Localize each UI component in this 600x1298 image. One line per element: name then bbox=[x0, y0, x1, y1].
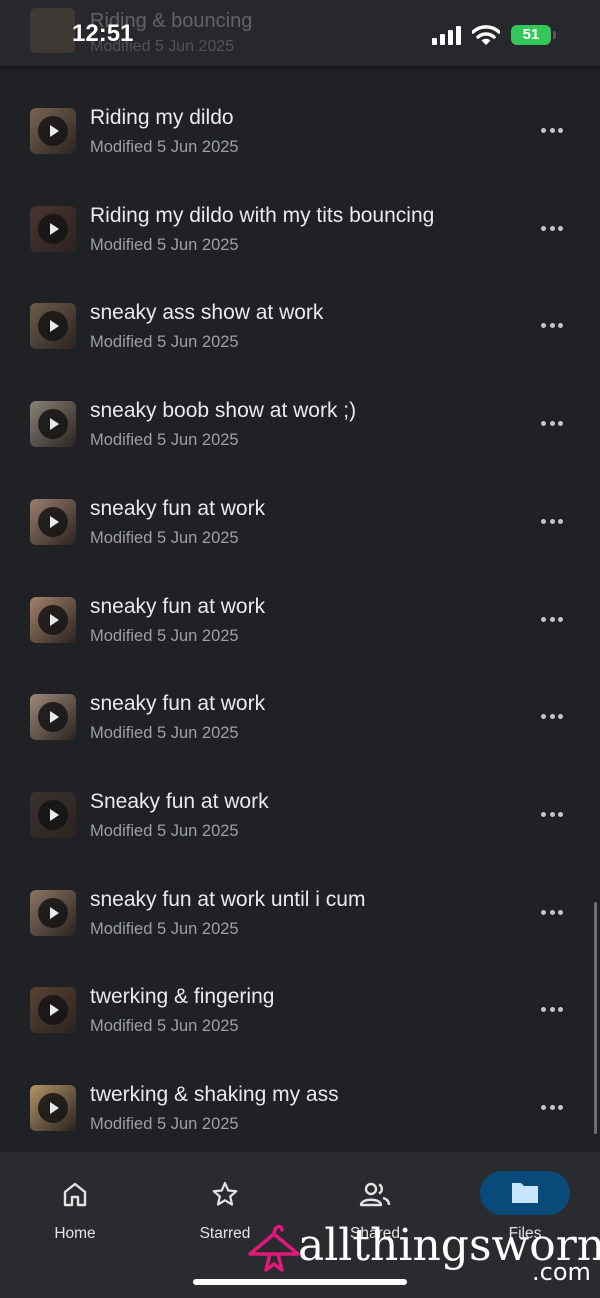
list-item[interactable]: sneaky boob show at work ;) Modified 5 Ju… bbox=[0, 361, 600, 459]
play-icon bbox=[38, 799, 68, 830]
file-modified-date: Modified 5 Jun 2025 bbox=[90, 1017, 239, 1036]
file-title: sneaky boob show at work ;) bbox=[90, 399, 357, 423]
nav-home-label: Home bbox=[54, 1225, 96, 1242]
file-modified-date: Modified 5 Jun 2025 bbox=[90, 528, 239, 547]
file-modified-date: Modified 5 Jun 2025 bbox=[90, 919, 239, 938]
cellular-signal-icon bbox=[432, 26, 461, 45]
home-indicator[interactable] bbox=[193, 1279, 407, 1285]
more-options-icon[interactable] bbox=[538, 995, 566, 1023]
battery-nub bbox=[553, 31, 556, 39]
partial-thumbnail bbox=[30, 8, 75, 53]
file-modified-date: Modified 5 Jun 2025 bbox=[90, 235, 239, 254]
file-title: sneaky fun at work bbox=[90, 594, 266, 618]
battery-indicator: 51 bbox=[511, 25, 551, 45]
video-thumbnail[interactable] bbox=[30, 987, 76, 1034]
play-icon bbox=[38, 604, 68, 635]
file-modified-date: Modified 5 Jun 2025 bbox=[90, 1115, 239, 1133]
more-options-icon[interactable] bbox=[538, 507, 566, 535]
nav-home[interactable]: Home bbox=[0, 1152, 150, 1262]
list-item[interactable]: sneaky fun at work Modified 5 Jun 2025 bbox=[0, 654, 600, 752]
video-thumbnail[interactable] bbox=[30, 596, 76, 643]
list-item[interactable]: sneaky fun at work until i cum Modified 5… bbox=[0, 850, 600, 948]
list-item[interactable]: Riding my dildo with my tits bouncing Mod… bbox=[0, 166, 600, 264]
star-icon bbox=[212, 1181, 238, 1206]
more-options-icon[interactable] bbox=[538, 800, 566, 828]
scrollbar[interactable] bbox=[594, 902, 597, 1134]
more-options-icon[interactable] bbox=[538, 1093, 566, 1121]
more-options-icon[interactable] bbox=[538, 214, 566, 242]
list-item[interactable]: twerking & fingering Modified 5 Jun 2025 bbox=[0, 947, 600, 1045]
play-icon bbox=[38, 1093, 68, 1123]
list-item[interactable]: Sneaky fun at work Modified 5 Jun 2025 bbox=[0, 752, 600, 850]
file-title: Sneaky fun at work bbox=[90, 789, 269, 813]
video-thumbnail[interactable] bbox=[30, 889, 76, 936]
file-modified-date: Modified 5 Jun 2025 bbox=[90, 431, 239, 450]
file-modified-date: Modified 5 Jun 2025 bbox=[90, 138, 239, 156]
list-item[interactable]: sneaky fun at work Modified 5 Jun 2025 bbox=[0, 459, 600, 557]
list-item[interactable]: sneaky fun at work Modified 5 Jun 2025 bbox=[0, 557, 600, 655]
video-thumbnail[interactable] bbox=[30, 401, 76, 448]
watermark-suffix: .com bbox=[532, 1258, 591, 1286]
play-icon bbox=[38, 995, 68, 1026]
play-icon bbox=[38, 506, 68, 537]
more-options-icon[interactable] bbox=[538, 898, 566, 926]
more-options-icon[interactable] bbox=[538, 702, 566, 730]
folder-icon bbox=[512, 1183, 538, 1203]
file-modified-date: Modified 5 Jun 2025 bbox=[90, 626, 239, 645]
battery-level: 51 bbox=[522, 26, 540, 43]
wifi-icon bbox=[472, 25, 500, 45]
play-icon bbox=[38, 702, 68, 733]
video-thumbnail[interactable] bbox=[30, 303, 76, 350]
file-title: sneaky fun at work until i cum bbox=[90, 887, 366, 911]
people-icon bbox=[359, 1182, 391, 1207]
video-thumbnail[interactable] bbox=[30, 498, 76, 545]
play-icon bbox=[38, 116, 68, 146]
list-item[interactable]: sneaky ass show at work Modified 5 Jun 20… bbox=[0, 263, 600, 361]
video-thumbnail[interactable] bbox=[30, 1085, 76, 1131]
video-thumbnail[interactable] bbox=[30, 205, 76, 252]
play-icon bbox=[38, 311, 68, 342]
more-options-icon[interactable] bbox=[538, 116, 566, 144]
clock: 12:51 bbox=[72, 20, 134, 47]
video-thumbnail[interactable] bbox=[30, 791, 76, 838]
file-modified-date: Modified 5 Jun 2025 bbox=[90, 821, 239, 840]
list-item[interactable]: twerking & shaking my ass Modified 5 Jun … bbox=[0, 1045, 600, 1143]
more-options-icon[interactable] bbox=[538, 409, 566, 437]
file-modified-date: Modified 5 Jun 2025 bbox=[90, 333, 239, 352]
file-title: twerking & shaking my ass bbox=[90, 1083, 339, 1106]
file-title: Riding my dildo with my tits bouncing bbox=[90, 203, 435, 227]
play-icon bbox=[38, 897, 68, 928]
file-title: twerking & fingering bbox=[90, 985, 275, 1009]
status-bar: Riding & bouncing Modified 5 Jun 2025 12… bbox=[0, 0, 600, 66]
list-item[interactable]: Riding my dildo Modified 5 Jun 2025 bbox=[0, 68, 600, 166]
file-title: Riding my dildo bbox=[90, 106, 234, 129]
home-icon bbox=[63, 1182, 87, 1207]
video-thumbnail[interactable] bbox=[30, 694, 76, 741]
file-title: sneaky fun at work bbox=[90, 496, 266, 520]
play-icon bbox=[38, 409, 68, 440]
file-title: sneaky ass show at work bbox=[90, 301, 324, 325]
video-thumbnail[interactable] bbox=[30, 108, 76, 154]
more-options-icon[interactable] bbox=[538, 605, 566, 633]
file-modified-date: Modified 5 Jun 2025 bbox=[90, 724, 239, 743]
hanger-logo-icon bbox=[248, 1224, 300, 1272]
more-options-icon[interactable] bbox=[538, 311, 566, 339]
file-title: sneaky fun at work bbox=[90, 692, 266, 716]
play-icon bbox=[38, 213, 68, 244]
